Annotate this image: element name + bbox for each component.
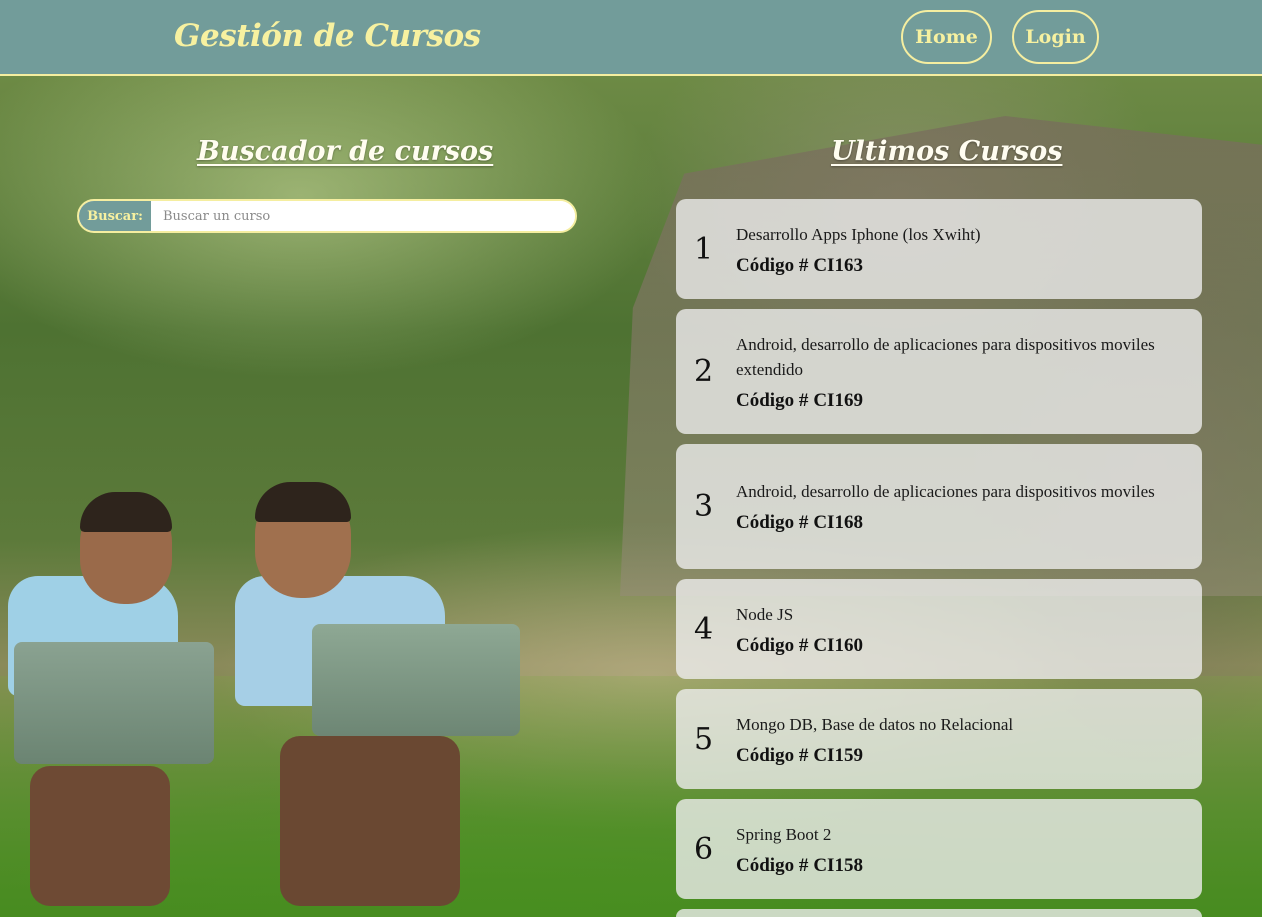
course-code: Código # CI163 (736, 255, 1176, 277)
search-bar: Buscar: (77, 199, 577, 233)
course-number: 2 (694, 354, 714, 389)
course-code-label: Código # (736, 512, 809, 533)
course-code: Código # CI158 (736, 855, 1176, 877)
course-code: Código # CI159 (736, 745, 1176, 767)
course-info: Android, desarrollo de aplicaciones para… (736, 332, 1202, 412)
nav-home-button[interactable]: Home (901, 10, 992, 64)
top-navbar: Gestión de Cursos Home Login (0, 0, 1262, 76)
course-name: Android, desarrollo de aplicaciones para… (736, 482, 1155, 501)
course-code-label: Código # (736, 854, 809, 876)
laptop-right (312, 624, 520, 736)
course-card[interactable]: 3 Android, desarrollo de aplicaciones pa… (676, 444, 1202, 569)
course-info: Android, desarrollo de aplicaciones para… (736, 479, 1202, 534)
course-number: 5 (694, 721, 714, 757)
course-card[interactable]: 5 Mongo DB, Base de datos no Relacional … (676, 689, 1202, 789)
course-name: Spring Boot 2 (736, 824, 832, 844)
nav-login-button[interactable]: Login (1012, 10, 1099, 64)
course-code: Código # CI169 (736, 390, 1176, 412)
course-code-value: CI163 (813, 254, 863, 276)
course-card[interactable]: 6 Spring Boot 2 Código # CI158 (676, 799, 1202, 899)
search-input[interactable] (151, 201, 575, 231)
course-code: Código # CI160 (736, 635, 1176, 657)
course-number: 4 (694, 611, 714, 647)
course-card-partial[interactable] (676, 909, 1202, 917)
course-number: 6 (694, 831, 714, 867)
course-code-value: CI169 (813, 389, 863, 411)
course-card[interactable]: 4 Node JS Código # CI160 (676, 579, 1202, 679)
course-card[interactable]: 1 Desarrollo Apps Iphone (los Xwiht) Cód… (676, 199, 1202, 299)
course-code-value: CI158 (813, 854, 863, 876)
child-figure-right-hair (255, 482, 351, 522)
course-code-label: Código # (736, 744, 809, 766)
course-code-value: CI168 (813, 512, 863, 533)
course-code-label: Código # (736, 254, 809, 276)
course-name: Android, desarrollo de aplicaciones para… (736, 334, 1155, 379)
course-info: Spring Boot 2 Código # CI158 (736, 822, 1202, 877)
course-code-label: Código # (736, 389, 809, 411)
course-name: Node JS (736, 604, 794, 624)
course-code: Código # CI168 (736, 512, 1176, 534)
course-code-label: Código # (736, 634, 809, 656)
search-label: Buscar: (79, 201, 151, 231)
child-figure-left-legs (30, 766, 170, 906)
course-number: 1 (694, 231, 714, 267)
course-code-value: CI159 (813, 744, 863, 766)
course-code-value: CI160 (813, 634, 863, 656)
child-figure-right-legs (280, 736, 460, 906)
course-name: Mongo DB, Base de datos no Relacional (736, 714, 1014, 734)
course-info: Node JS Código # CI160 (736, 602, 1202, 657)
laptop-left (14, 642, 214, 764)
course-name: Desarrollo Apps Iphone (los Xwiht) (736, 224, 981, 244)
course-card[interactable]: 2 Android, desarrollo de aplicaciones pa… (676, 309, 1202, 434)
latest-courses-title: Ultimos Cursos (831, 136, 1063, 167)
search-section-title: Buscador de cursos (197, 136, 494, 167)
child-figure-left-hair (80, 492, 172, 532)
brand-title[interactable]: Gestión de Cursos (174, 18, 481, 54)
course-info: Mongo DB, Base de datos no Relacional Có… (736, 712, 1202, 767)
course-info: Desarrollo Apps Iphone (los Xwiht) Códig… (736, 222, 1202, 277)
course-number: 3 (694, 489, 714, 524)
